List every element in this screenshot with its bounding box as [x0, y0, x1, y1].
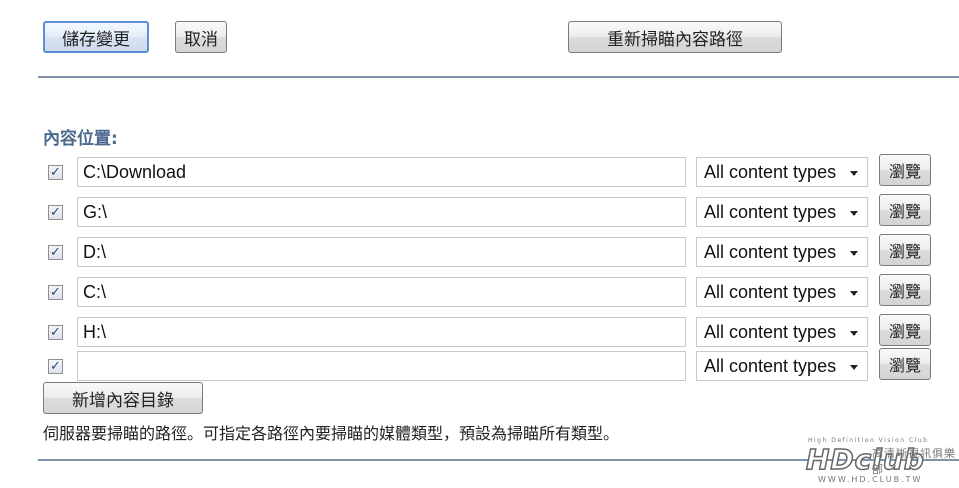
checkmark-icon: ✓: [50, 359, 61, 374]
content-locations-description: 伺服器要掃瞄的路徑。可指定各路徑內要掃瞄的媒體類型，預設為掃瞄所有類型。: [43, 424, 620, 443]
browse-button[interactable]: 瀏覽: [879, 234, 931, 266]
content-type-selected-value: All content types: [704, 355, 837, 376]
browse-button[interactable]: 瀏覽: [879, 194, 931, 226]
checkmark-icon: ✓: [50, 245, 61, 260]
enable-location-checkbox[interactable]: ✓: [48, 205, 63, 220]
content-type-select[interactable]: All content types: [696, 157, 868, 187]
location-row: ✓ D:\ All content types 瀏覽: [0, 234, 959, 269]
enable-location-checkbox[interactable]: ✓: [48, 359, 63, 374]
browse-button[interactable]: 瀏覽: [879, 154, 931, 186]
browse-button[interactable]: 瀏覽: [879, 274, 931, 306]
rescan-content-paths-button[interactable]: 重新掃瞄內容路徑: [568, 21, 782, 53]
cancel-button[interactable]: 取消: [175, 21, 227, 53]
location-row: ✓ C:\ All content types 瀏覽: [0, 274, 959, 309]
content-type-select[interactable]: All content types: [696, 351, 868, 381]
content-type-selected-value: All content types: [704, 161, 837, 182]
content-type-select[interactable]: All content types: [696, 277, 868, 307]
hdclub-watermark: High Definition Vision Club HDclub 高清晰視訊…: [800, 437, 959, 488]
checkmark-icon: ✓: [50, 165, 61, 180]
watermark-chinese: 高清晰視訊俱樂部: [872, 447, 956, 476]
location-path-input[interactable]: [77, 351, 686, 381]
location-path-input[interactable]: C:\: [77, 277, 686, 307]
location-row: ✓ C:\Download All content types 瀏覽: [0, 154, 959, 189]
enable-location-checkbox[interactable]: ✓: [48, 285, 63, 300]
content-type-selected-value: All content types: [704, 241, 837, 262]
location-path-input[interactable]: G:\: [77, 197, 686, 227]
save-button[interactable]: 儲存變更: [43, 21, 149, 53]
add-content-folder-button[interactable]: 新增內容目錄: [43, 382, 203, 414]
location-row: ✓ H:\ All content types 瀏覽: [0, 314, 959, 349]
section-title-content-locations: 內容位置:: [43, 129, 118, 149]
chevron-down-icon: [850, 291, 858, 296]
content-type-select[interactable]: All content types: [696, 317, 868, 347]
content-type-select[interactable]: All content types: [696, 197, 868, 227]
enable-location-checkbox[interactable]: ✓: [48, 325, 63, 340]
checkmark-icon: ✓: [50, 205, 61, 220]
location-path-input[interactable]: H:\: [77, 317, 686, 347]
location-row: ✓ All content types 瀏覽: [0, 348, 959, 383]
chevron-down-icon: [850, 171, 858, 176]
content-type-selected-value: All content types: [704, 281, 837, 302]
enable-location-checkbox[interactable]: ✓: [48, 245, 63, 260]
watermark-url: WWW.HD.CLUB.TW: [818, 475, 923, 484]
divider-top: [38, 76, 959, 78]
checkmark-icon: ✓: [50, 285, 61, 300]
content-type-selected-value: All content types: [704, 201, 837, 222]
chevron-down-icon: [850, 331, 858, 336]
browse-button[interactable]: 瀏覽: [879, 314, 931, 346]
content-type-select[interactable]: All content types: [696, 237, 868, 267]
chevron-down-icon: [850, 365, 858, 370]
browse-button[interactable]: 瀏覽: [879, 348, 931, 380]
enable-location-checkbox[interactable]: ✓: [48, 165, 63, 180]
content-type-selected-value: All content types: [704, 321, 837, 342]
location-row: ✓ G:\ All content types 瀏覽: [0, 194, 959, 229]
chevron-down-icon: [850, 251, 858, 256]
chevron-down-icon: [850, 211, 858, 216]
location-path-input[interactable]: C:\Download: [77, 157, 686, 187]
location-path-input[interactable]: D:\: [77, 237, 686, 267]
checkmark-icon: ✓: [50, 325, 61, 340]
